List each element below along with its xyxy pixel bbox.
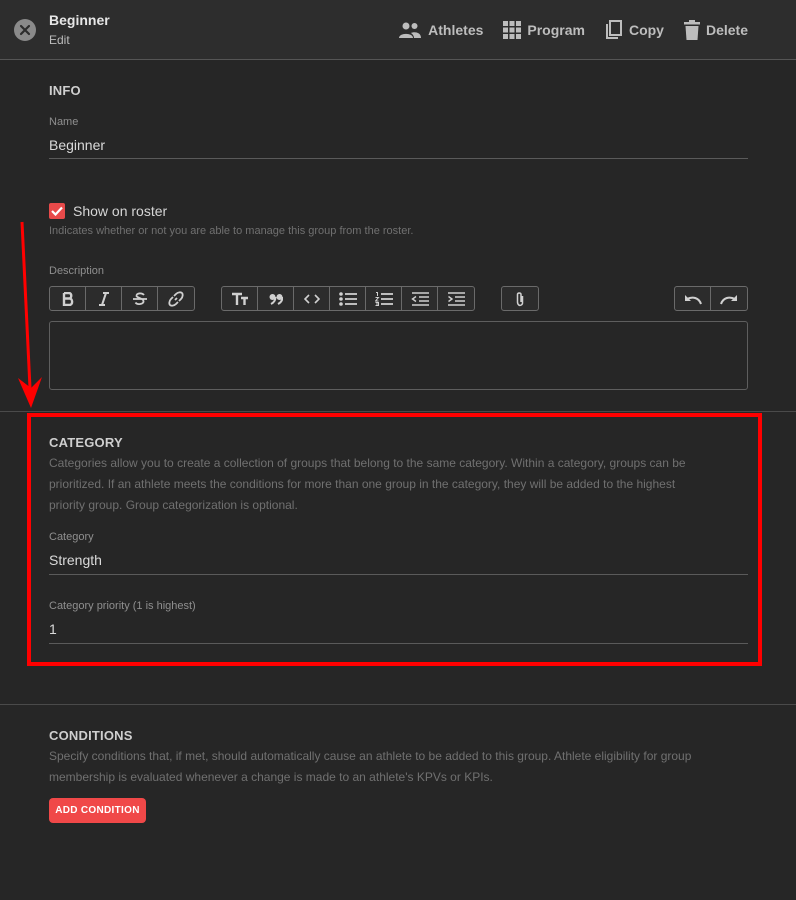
people-icon <box>399 22 422 38</box>
program-label: Program <box>527 22 585 38</box>
italic-button[interactable] <box>86 287 122 310</box>
program-button[interactable]: Program <box>503 18 585 42</box>
bullet-list-icon <box>338 291 357 306</box>
name-underline <box>49 158 748 159</box>
athletes-button[interactable]: Athletes <box>398 18 483 42</box>
format-toolbar-group <box>49 286 195 311</box>
code-button[interactable] <box>294 287 330 310</box>
trash-icon <box>683 20 700 40</box>
conditions-heading: CONDITIONS <box>49 728 133 743</box>
copy-icon <box>605 20 622 39</box>
undo-icon <box>684 294 702 304</box>
category-highlight-box <box>27 413 762 666</box>
outdent-button[interactable] <box>402 287 438 310</box>
quote-icon <box>269 293 283 305</box>
bullet-list-button[interactable] <box>330 287 366 310</box>
heading-icon <box>231 292 248 305</box>
conditions-helper-line-2: membership is evaluated whenever a chang… <box>49 770 493 784</box>
numbered-list-icon <box>374 291 393 306</box>
link-icon <box>168 290 184 307</box>
attach-toolbar-group <box>501 286 539 311</box>
link-button[interactable] <box>158 287 194 310</box>
outdent-icon <box>410 291 429 306</box>
indent-icon <box>448 291 465 306</box>
heading-button[interactable] <box>222 287 258 310</box>
conditions-helper-line-1: Specify conditions that, if met, should … <box>49 749 692 763</box>
indent-button[interactable] <box>438 287 474 310</box>
show-on-roster-label[interactable]: Show on roster <box>73 203 167 219</box>
delete-label: Delete <box>705 22 748 38</box>
undo-button[interactable] <box>675 287 711 310</box>
header-bar: Beginner Edit Athletes Program Copy Dele… <box>0 0 796 60</box>
strikethrough-icon <box>132 292 147 305</box>
header-actions: Athletes Program Copy Delete <box>378 18 748 42</box>
add-condition-button[interactable]: ADD CONDITION <box>49 798 146 823</box>
quote-button[interactable] <box>258 287 294 310</box>
delete-button[interactable]: Delete <box>683 18 748 42</box>
section-divider-conditions <box>0 704 796 705</box>
redo-button[interactable] <box>711 287 747 310</box>
bold-icon <box>62 291 73 306</box>
description-editor[interactable] <box>49 321 748 390</box>
strikethrough-button[interactable] <box>122 287 158 310</box>
italic-icon <box>98 291 109 306</box>
annotation-arrow <box>18 221 42 408</box>
attach-button[interactable] <box>502 287 538 310</box>
copy-button[interactable]: Copy <box>605 18 664 42</box>
history-toolbar-group <box>674 286 748 311</box>
grid-icon <box>503 21 522 39</box>
redo-icon <box>720 294 737 304</box>
copy-label: Copy <box>628 22 664 38</box>
code-icon <box>303 293 320 304</box>
section-divider-category <box>0 411 796 412</box>
numbered-list-button[interactable] <box>366 287 402 310</box>
athletes-label: Athletes <box>428 22 484 38</box>
block-toolbar-group <box>221 286 475 311</box>
attachment-icon <box>516 291 524 306</box>
roster-helper-text: Indicates whether or not you are able to… <box>49 225 414 237</box>
